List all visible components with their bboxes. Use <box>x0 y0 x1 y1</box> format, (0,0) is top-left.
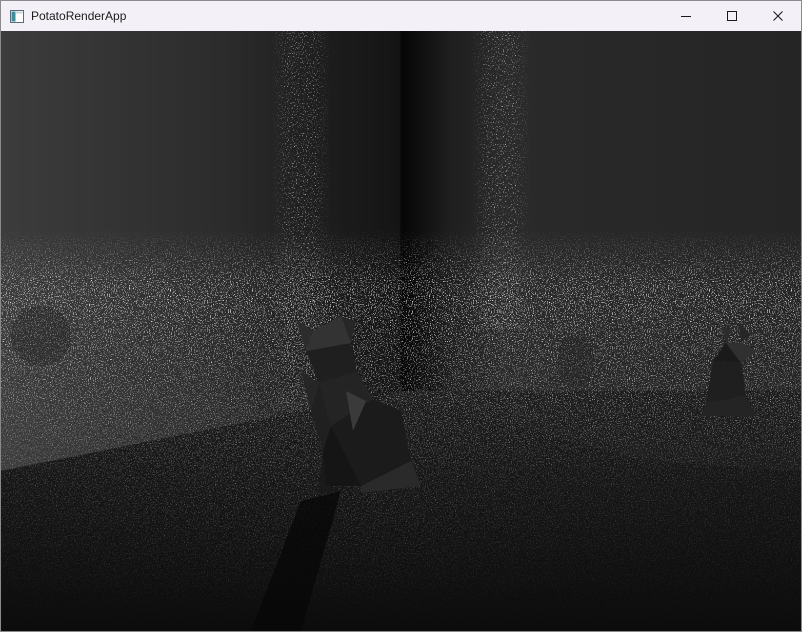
render-viewport[interactable] <box>1 31 801 631</box>
noise-floor <box>1 31 801 631</box>
close-icon <box>773 11 783 21</box>
close-button[interactable] <box>755 1 801 31</box>
minimize-button[interactable] <box>663 1 709 31</box>
window-app-icon <box>9 8 25 24</box>
window-controls <box>663 1 801 31</box>
maximize-icon <box>727 11 737 21</box>
minimize-icon <box>681 16 691 17</box>
rendered-scene <box>1 31 801 631</box>
window-title: PotatoRenderApp <box>31 9 127 23</box>
maximize-button[interactable] <box>709 1 755 31</box>
title-bar[interactable]: PotatoRenderApp <box>1 1 801 31</box>
app-window: PotatoRenderApp <box>0 0 802 632</box>
